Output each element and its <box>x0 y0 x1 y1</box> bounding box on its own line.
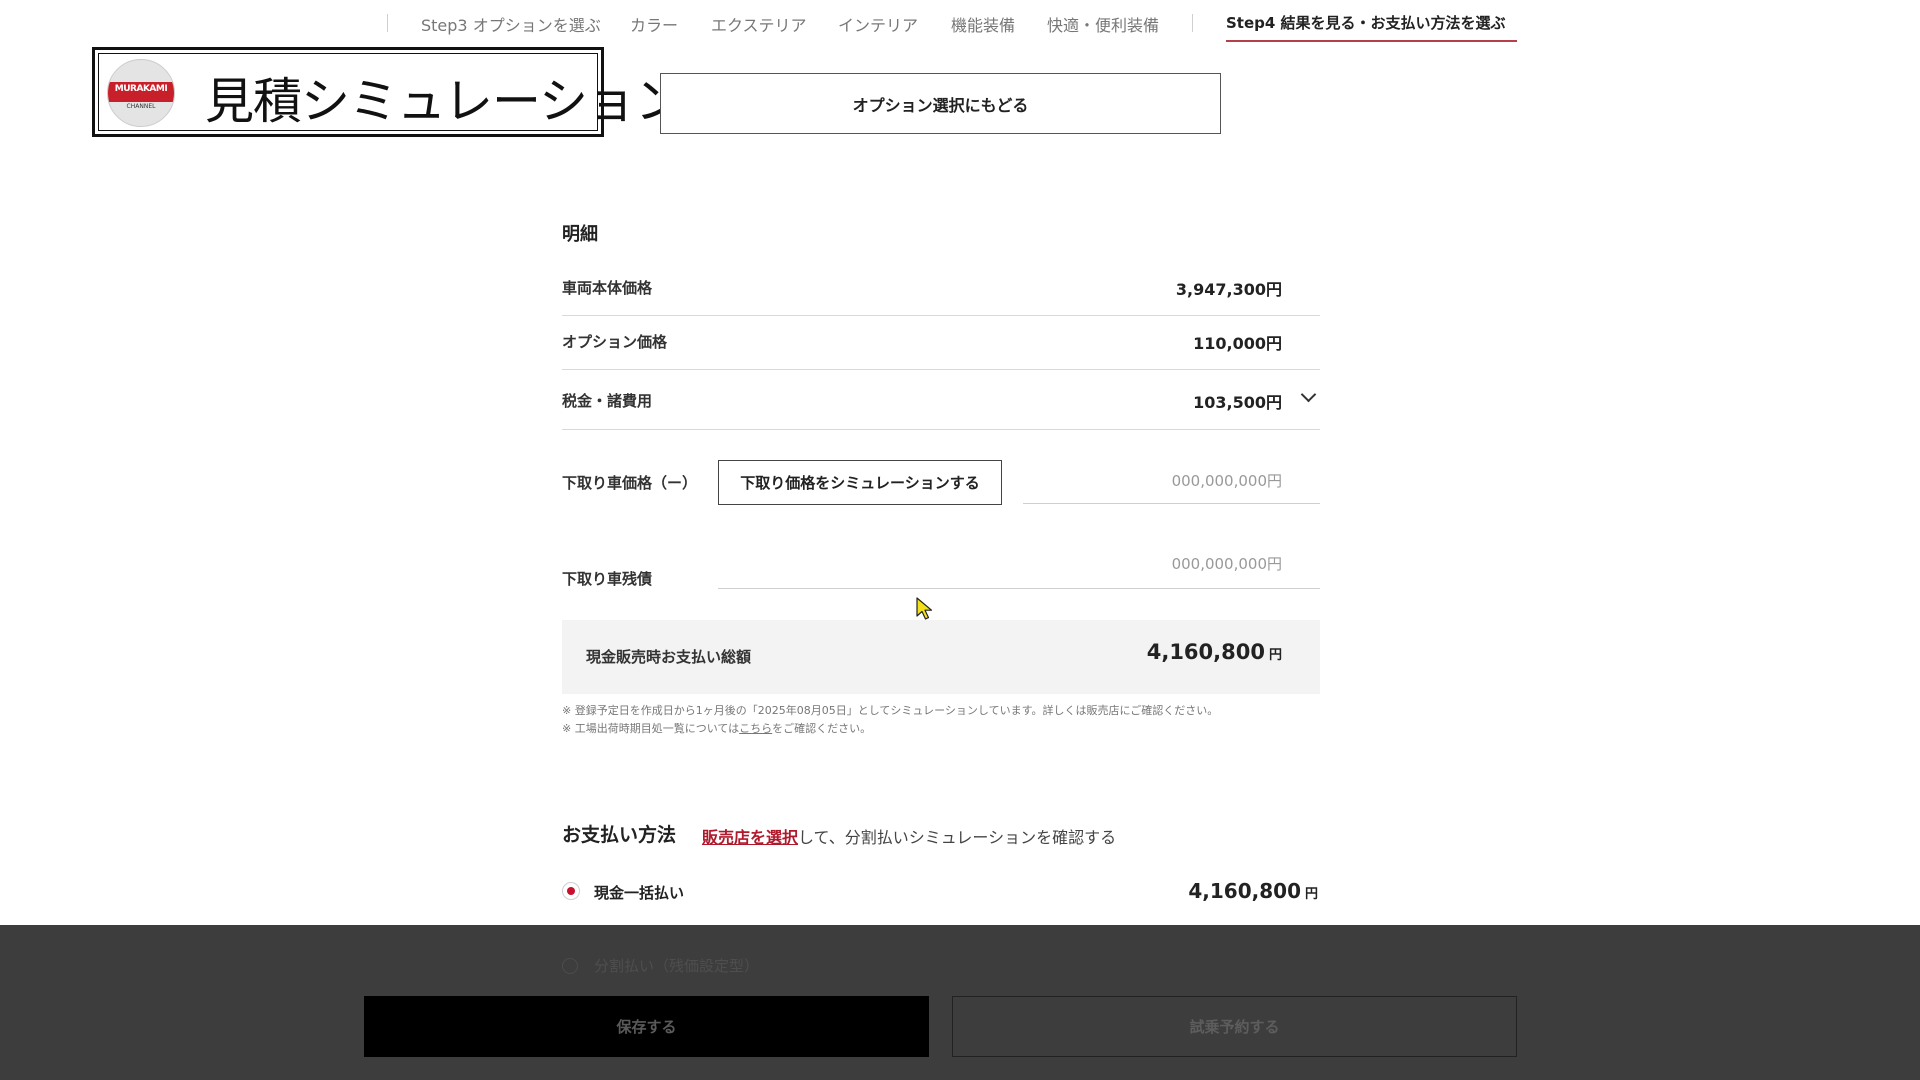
residual-debt-field[interactable]: 000,000,000円 <box>718 553 1320 589</box>
select-dealer-link[interactable]: 販売店を選択 <box>702 828 798 847</box>
banner-title: 見積シミュレーション <box>205 73 684 130</box>
bottom-action-bar: 分割払い（残価設定型） 保存する 試乗予約する <box>0 925 1920 1080</box>
yen-unit: 円 <box>1268 648 1282 663</box>
step-navigation: Step3 オプションを選ぶ カラー エクステリア インテリア 機能装備 快適・… <box>0 0 1920 46</box>
save-button[interactable]: 保存する <box>364 996 929 1057</box>
price-row-vehicle: 車両本体価格 3,947,300円 <box>562 268 1320 316</box>
breakdown-title: 明細 <box>562 224 598 245</box>
chevron-down-icon[interactable] <box>1300 386 1317 403</box>
installment-radio[interactable] <box>562 958 578 974</box>
mouse-cursor-icon <box>916 597 933 620</box>
here-link[interactable]: こちら <box>739 722 772 735</box>
channel-title-banner: MURAKAMI CHANNEL 見積シミュレーション <box>92 47 684 137</box>
price-label: オプション価格 <box>562 333 668 351</box>
cash-total-box: 現金販売時お支払い総額 4,160,800 円 <box>562 620 1320 694</box>
registration-note: ※ 登録予定日を作成日から1ヶ月後の「2025年08月05日」としてシミュレーシ… <box>562 704 1219 717</box>
nav-color[interactable]: カラー <box>630 12 678 36</box>
payment-desc-text: して、分割払いシミュレーションを確認する <box>798 828 1117 847</box>
note-text: ※ 工場出荷時期目処一覧については <box>562 722 740 735</box>
nav-exterior[interactable]: エクステリア <box>711 12 807 36</box>
trade-in-simulate-button[interactable]: 下取り価格をシミュレーションする <box>718 460 1002 505</box>
cash-payment-value: 4,160,800 <box>1188 879 1301 903</box>
price-label: 車両本体価格 <box>562 279 653 297</box>
nav-step4-results[interactable]: Step4 結果を見る・お支払い方法を選ぶ <box>1226 12 1506 33</box>
nav-step3-options[interactable]: Step3 オプションを選ぶ <box>421 12 601 36</box>
test-drive-reservation-button[interactable]: 試乗予約する <box>952 996 1517 1057</box>
price-value: 103,500円 <box>1193 393 1282 412</box>
cash-payment-label[interactable]: 現金一括払い <box>594 882 684 903</box>
nav-divider <box>387 14 388 32</box>
logo-text: MURAKAMI <box>114 84 168 94</box>
residual-debt-label: 下取り車残債 <box>562 570 653 588</box>
factory-shipping-note: ※ 工場出荷時期目処一覧についてはこちらをご確認ください。 <box>562 720 871 736</box>
cash-payment-radio[interactable] <box>562 882 580 900</box>
nav-comfort-equipment[interactable]: 快適・便利装備 <box>1047 12 1159 36</box>
logo-subtext: CHANNEL <box>126 103 156 110</box>
payment-method-title: お支払い方法 <box>562 824 677 846</box>
cash-payment-amount: 4,160,800 円 <box>1188 879 1318 903</box>
cash-total-label: 現金販売時お支払い総額 <box>586 648 752 666</box>
back-to-options-button[interactable]: オプション選択にもどる <box>660 73 1221 134</box>
trade-in-label: 下取り車価格（ー） <box>562 474 698 492</box>
price-row-taxes[interactable]: 税金・諸費用 103,500円 <box>562 369 1320 430</box>
yen-unit: 円 <box>1304 887 1318 902</box>
price-value: 3,947,300円 <box>1175 280 1282 299</box>
cash-total-value: 4,160,800 <box>1146 640 1265 664</box>
payment-method-description: 販売店を選択して、分割払いシミュレーションを確認する <box>702 824 1116 848</box>
price-label: 税金・諸費用 <box>562 392 653 410</box>
cash-total-amount: 4,160,800 円 <box>1147 640 1282 664</box>
nav-functional-equipment[interactable]: 機能装備 <box>951 12 1015 36</box>
channel-logo: MURAKAMI CHANNEL <box>107 59 175 127</box>
installment-payment-label[interactable]: 分割払い（残価設定型） <box>594 955 759 976</box>
trade-in-price-field[interactable]: 000,000,000円 <box>1023 470 1320 504</box>
nav-divider <box>1192 14 1193 32</box>
active-step-underline <box>1226 40 1517 42</box>
price-value: 110,000円 <box>1193 334 1282 353</box>
note-text: をご確認ください。 <box>772 722 872 735</box>
price-row-options: オプション価格 110,000円 <box>562 315 1320 370</box>
logo-band <box>108 82 174 102</box>
nav-interior[interactable]: インテリア <box>838 12 918 36</box>
